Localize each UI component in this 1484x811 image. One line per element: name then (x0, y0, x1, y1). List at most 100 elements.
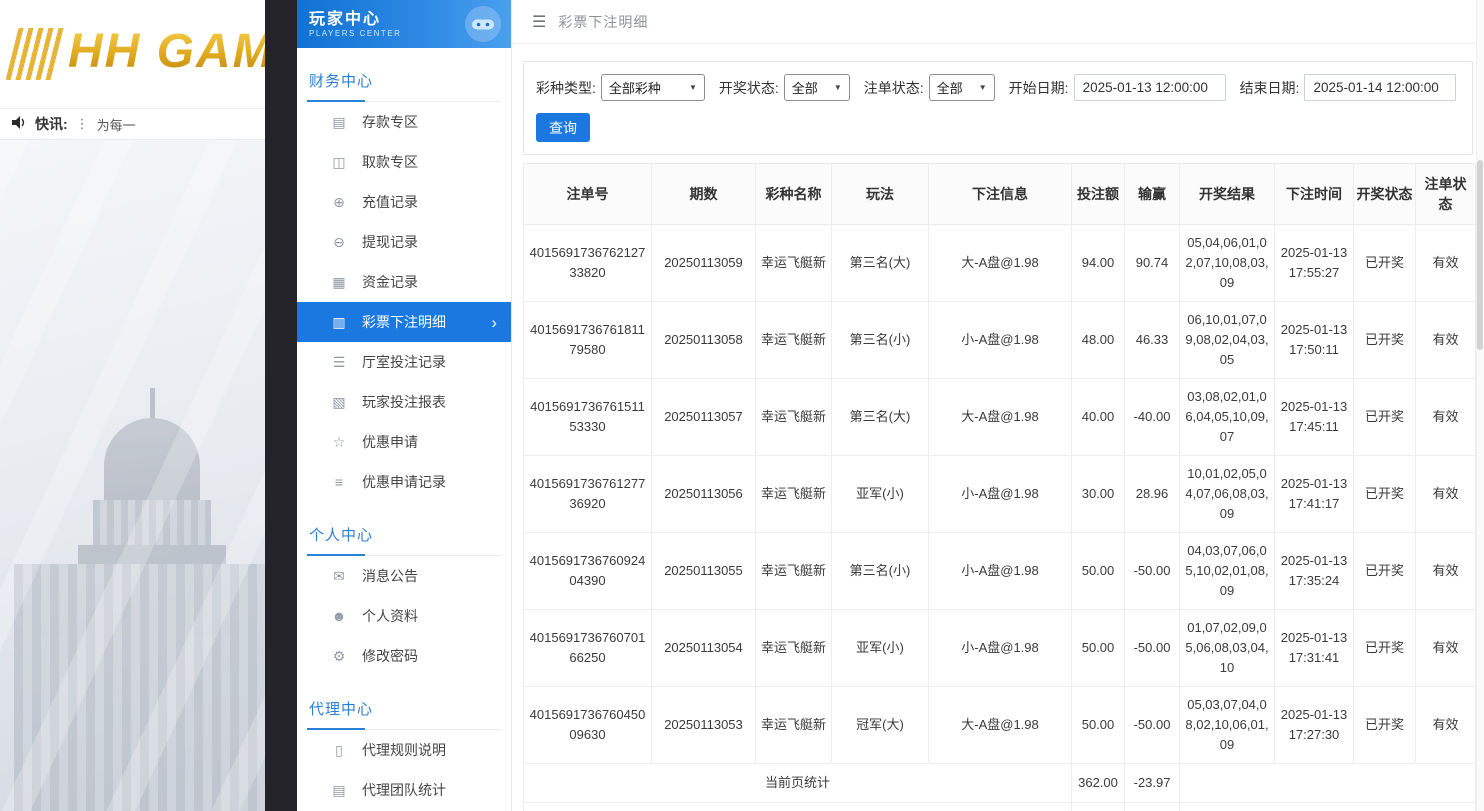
table-cell: 401569173676070166250 (524, 610, 652, 687)
table-cell: 20250113055 (652, 533, 756, 610)
table-cell: 冠军(大) (832, 687, 929, 764)
chevron-down-icon: ▼ (689, 83, 697, 92)
announcement-bell-icon: ✉ (331, 568, 347, 585)
table-cell: 幸运飞艇新 (756, 533, 832, 610)
main-content: ☰ 彩票下注明细 彩种类型: 全部彩种 ▼ 开奖状态: 全部 ▼ 注单状态: (511, 0, 1484, 811)
sidebar-item-agent-rules-doc[interactable]: ▯代理规则说明 (297, 730, 511, 770)
sidebar-item-label: 玩家投注报表 (362, 392, 446, 412)
table-row: 40156917367618117958020250113058幸运飞艇新第三名… (524, 302, 1476, 379)
table-row: 40156917367607016625020250113054幸运飞艇新亚军(… (524, 610, 1476, 687)
order-status-label: 注单状态: (864, 78, 924, 98)
start-date-label: 开始日期: (1009, 78, 1069, 98)
scrollbar[interactable] (1476, 0, 1484, 811)
withdraw-icon: ◫ (331, 154, 347, 171)
end-date-input[interactable] (1304, 74, 1456, 101)
draw-status-label: 开奖状态: (719, 78, 779, 98)
draw-status-value: 全部 (792, 78, 818, 97)
table-cell: 2025-01-13 17:41:17 (1275, 456, 1354, 533)
sidebar-item-announcement-bell[interactable]: ✉ 消息公告 (297, 556, 511, 596)
sidebar-item-withdrawal-record[interactable]: ⊖提现记录 (297, 222, 511, 262)
sidebar-item-label: 提现记录 (362, 232, 418, 252)
table-cell: 有效 (1416, 225, 1476, 302)
sidebar-item-label: 消息公告 (362, 566, 418, 586)
sidebar-item-recharge-record[interactable]: ⊕ 充值记录 (297, 182, 511, 222)
recharge-record-icon: ⊕ (331, 194, 347, 211)
column-header: 开奖结果 (1180, 164, 1275, 225)
filter-panel: 彩种类型: 全部彩种 ▼ 开奖状态: 全部 ▼ 注单状态: 全部 ▼ (523, 61, 1473, 155)
filter-end-date: 结束日期: (1240, 74, 1457, 101)
table-cell: 有效 (1416, 687, 1476, 764)
table-cell: 第三名(小) (832, 533, 929, 610)
sidebar-item-funds-record[interactable]: ▦资金记录 (297, 262, 511, 302)
table-cell: 亚军(小) (832, 456, 929, 533)
sidebar-item-withdraw[interactable]: ◫取款专区 (297, 142, 511, 182)
table-cell: 幸运飞艇新 (756, 379, 832, 456)
table-cell: 有效 (1416, 533, 1476, 610)
scrollbar-thumb[interactable] (1477, 160, 1483, 350)
sidebar-title: 玩家中心 (309, 11, 401, 29)
table-cell: 06,10,01,07,09,08,02,04,03,05 (1180, 302, 1275, 379)
logo-bars-icon (6, 28, 69, 80)
table-cell: 小-A盘@1.98 (929, 302, 1072, 379)
sidebar-item-label: 充值记录 (362, 192, 418, 212)
sidebar-item-promo-apply[interactable]: ☆优惠申请 (297, 422, 511, 462)
table-cell: 20250113057 (652, 379, 756, 456)
column-header: 彩种名称 (756, 164, 832, 225)
hamburger-menu-icon[interactable]: ☰ (532, 12, 546, 32)
table-cell: 2025-01-13 17:55:27 (1275, 225, 1354, 302)
promo-apply-record-icon: ≡ (331, 474, 347, 490)
sidebar-item-deposit[interactable]: ▤存款专区 (297, 102, 511, 142)
table-cell: 已开奖 (1354, 533, 1416, 610)
table-cell: 幸运飞艇新 (756, 456, 832, 533)
ticker-text: 为每一 (97, 115, 136, 134)
filter-order-status: 注单状态: 全部 ▼ (864, 74, 995, 101)
sidebar-item-change-password-gear[interactable]: ⚙修改密码 (297, 636, 511, 676)
table-cell: 401569173676092404390 (524, 533, 652, 610)
column-header: 玩法 (832, 164, 929, 225)
deposit-icon: ▤ (331, 114, 347, 131)
promo-apply-icon: ☆ (331, 434, 347, 451)
column-header: 开奖状态 (1354, 164, 1416, 225)
sidebar-item-hall-bet-record[interactable]: ☰厅室投注记录 (297, 342, 511, 382)
start-date-input[interactable] (1074, 74, 1226, 101)
end-date-label: 结束日期: (1240, 78, 1300, 98)
sidebar-item-label: 优惠申请记录 (362, 472, 446, 492)
table-cell: 大-A盘@1.98 (929, 687, 1072, 764)
table-row: 40156917367609240439020250113055幸运飞艇新第三名… (524, 533, 1476, 610)
table-cell: 401569173676151153330 (524, 379, 652, 456)
table-cell: 50.00 (1072, 610, 1125, 687)
sidebar-item-profile[interactable]: ☻个人资料 (297, 596, 511, 636)
speaker-icon (12, 116, 27, 132)
summary-winloss-total: -23.97 (1125, 803, 1180, 811)
order-status-select[interactable]: 全部 ▼ (929, 74, 995, 101)
table-cell: 幸运飞艇新 (756, 302, 832, 379)
table-cell: 已开奖 (1354, 379, 1416, 456)
chevron-right-icon: › (491, 314, 497, 331)
sidebar-item-player-bet-report[interactable]: ▧玩家投注报表 (297, 382, 511, 422)
lottery-type-select[interactable]: 全部彩种 ▼ (601, 74, 705, 101)
table-cell: 401569173676212733820 (524, 225, 652, 302)
draw-status-select[interactable]: 全部 ▼ (784, 74, 850, 101)
query-button[interactable]: 查询 (536, 113, 590, 142)
column-header: 下注时间 (1275, 164, 1354, 225)
table-cell: 401569173676127736920 (524, 456, 652, 533)
lottery-bet-detail-icon: ▥ (331, 314, 347, 331)
table-cell: 90.74 (1125, 225, 1180, 302)
table-cell: 46.33 (1125, 302, 1180, 379)
sidebar-item-promo-apply-record[interactable]: ≡ 优惠申请记录 (297, 462, 511, 502)
agent-rules-doc-icon: ▯ (331, 742, 347, 759)
summary-winloss-total: -23.97 (1125, 764, 1180, 803)
table-cell: 03,08,02,01,06,04,05,10,09,07 (1180, 379, 1275, 456)
ticker-label: 快讯: (35, 114, 68, 134)
table-cell: 20250113053 (652, 687, 756, 764)
table-cell: 小-A盘@1.98 (929, 533, 1072, 610)
sidebar-item-agent-team-stats[interactable]: ▤代理团队统计 (297, 770, 511, 810)
table-cell: 2025-01-13 17:50:11 (1275, 302, 1354, 379)
sidebar-item-lottery-bet-detail[interactable]: ▥彩票下注明细› (297, 302, 511, 342)
table-cell: 已开奖 (1354, 610, 1416, 687)
table-cell: 05,03,07,04,08,02,10,06,01,09 (1180, 687, 1275, 764)
table-cell: 10,01,02,05,04,07,06,08,03,09 (1180, 456, 1275, 533)
table-cell: -50.00 (1125, 533, 1180, 610)
lottery-type-label: 彩种类型: (536, 78, 596, 98)
bets-table: 注单号期数彩种名称玩法下注信息投注额输赢开奖结果下注时间开奖状态注单状态 401… (523, 163, 1476, 811)
